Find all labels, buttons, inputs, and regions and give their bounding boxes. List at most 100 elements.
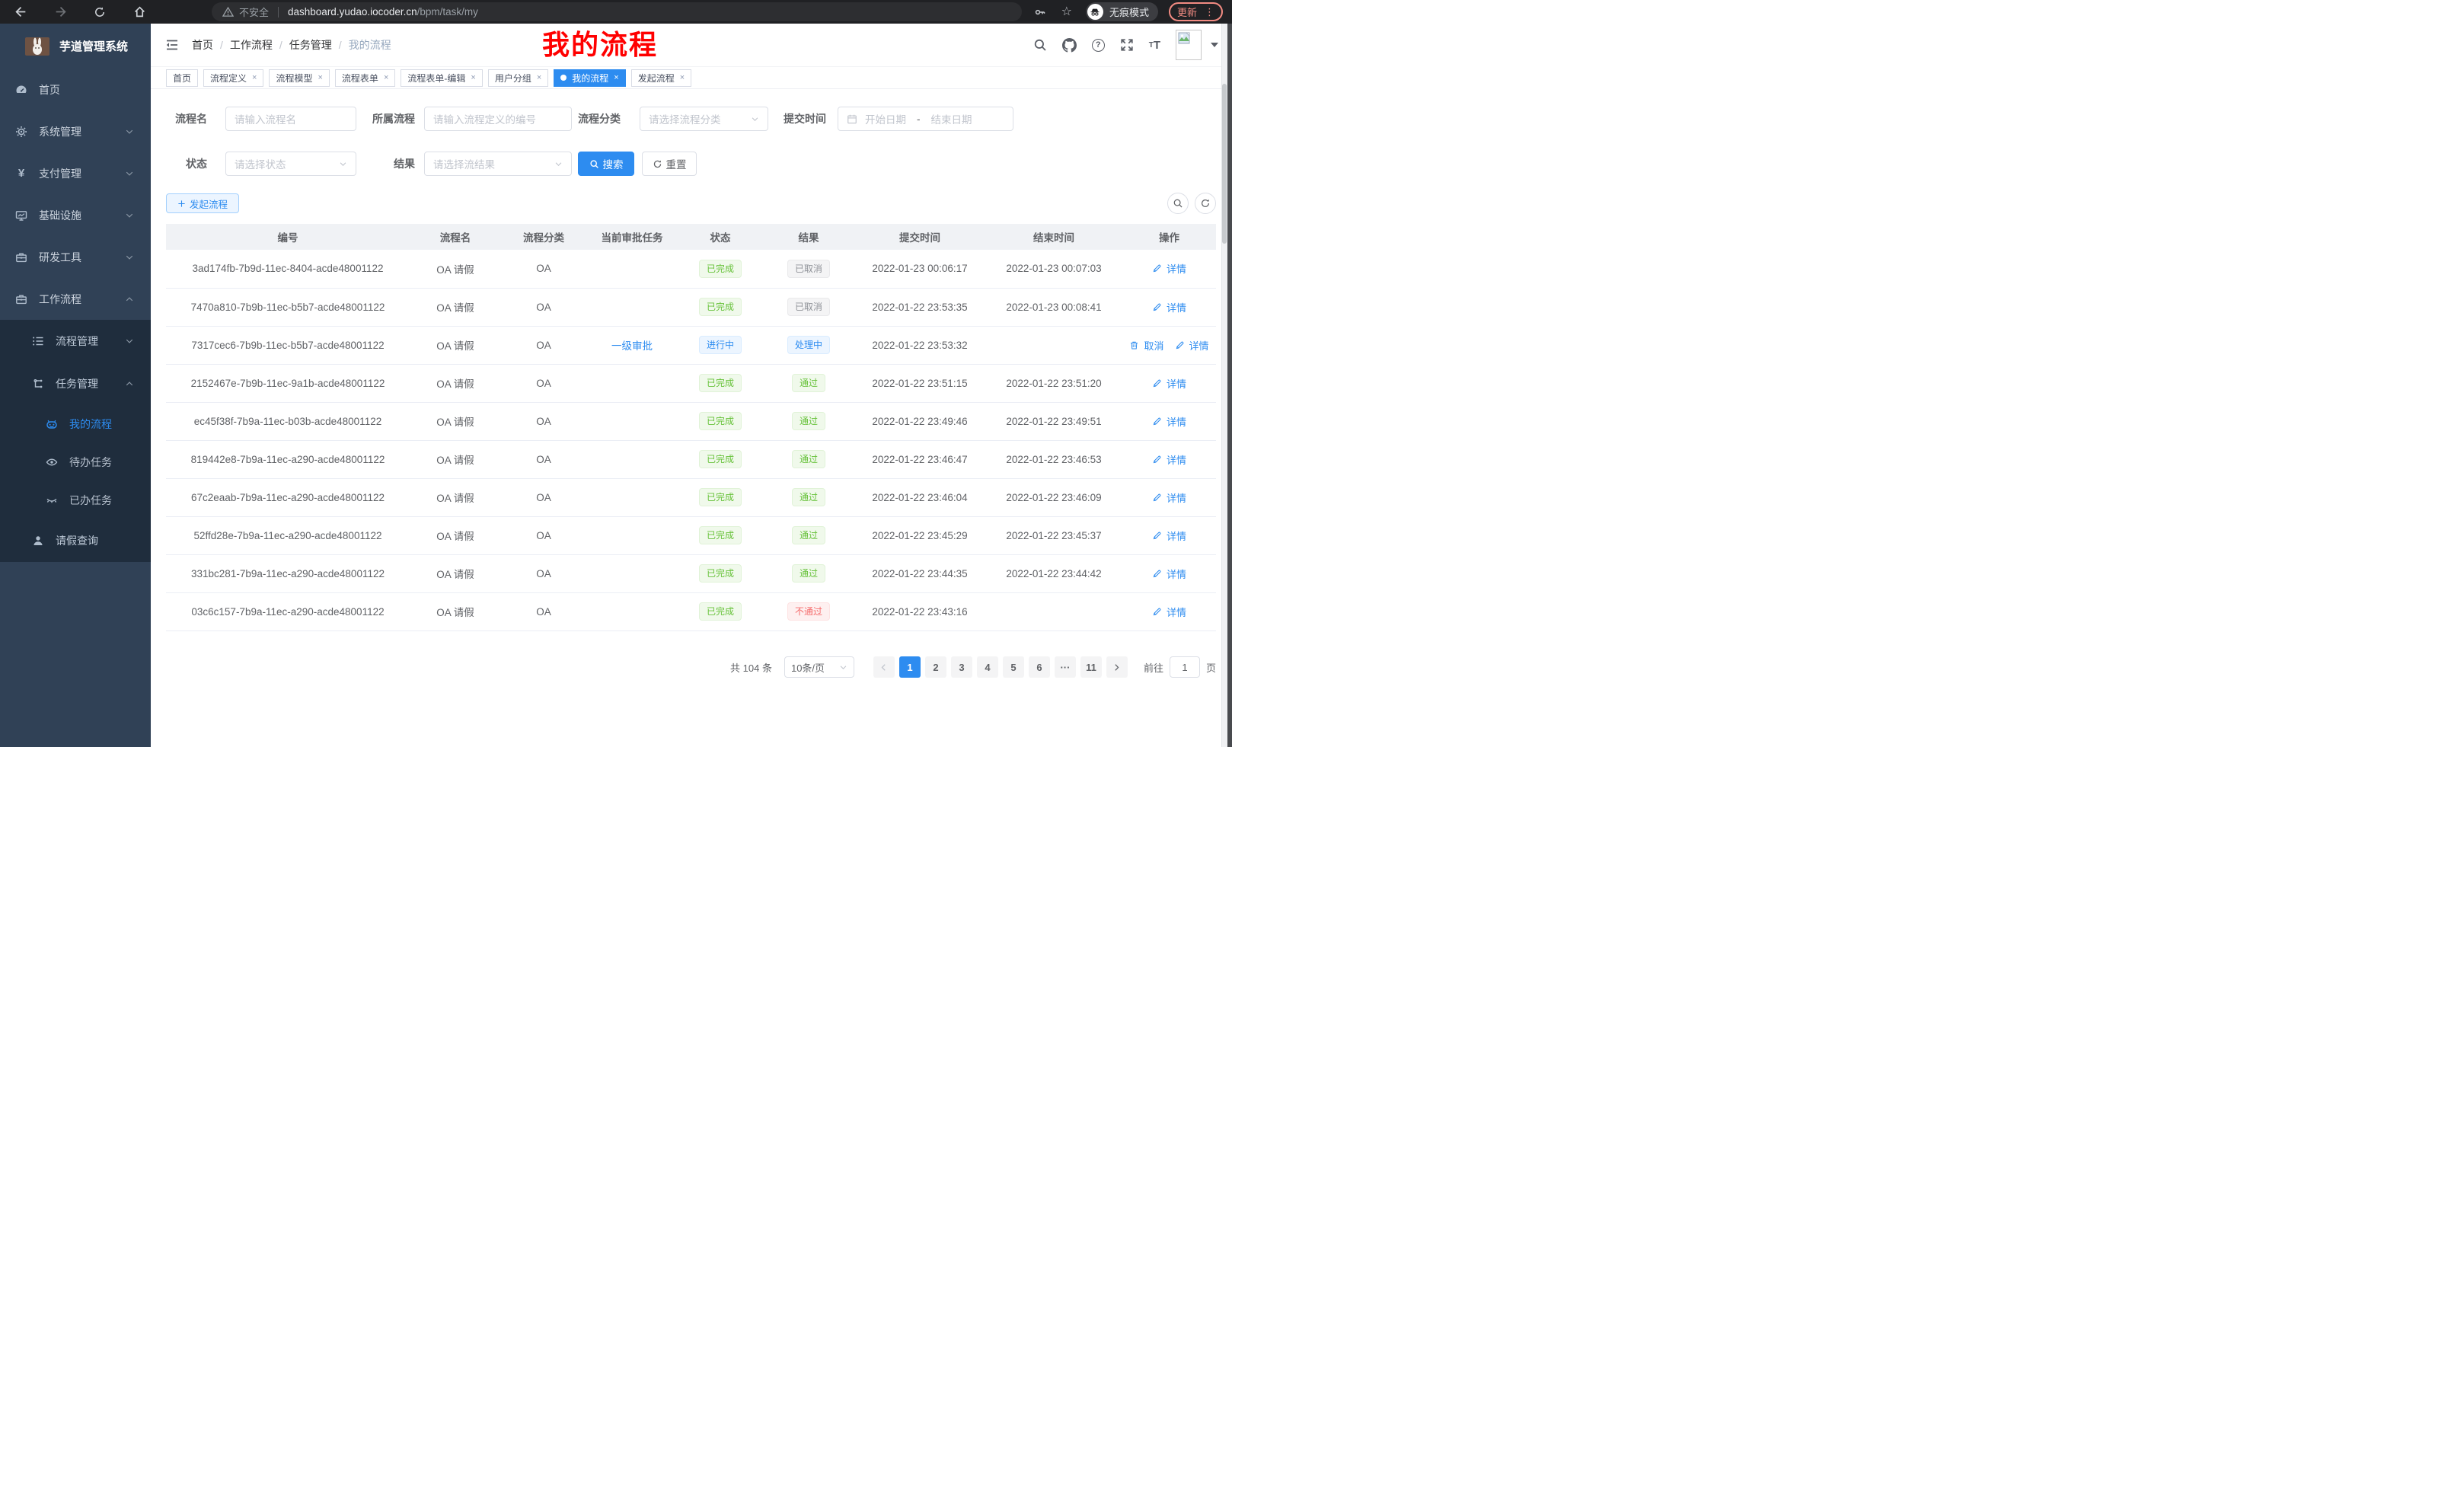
robot-icon [46,418,58,430]
detail-link[interactable]: 详情 [1152,567,1186,581]
sidebar-item-0[interactable]: 首页 [0,69,151,110]
cancel-link[interactable]: 取消 [1129,338,1163,353]
sidebar-item-4[interactable]: 研发工具 [0,236,151,278]
url-host[interactable]: dashboard.yudao.iocoder.cn [288,6,417,18]
breadcrumb-item[interactable]: 首页 [192,37,213,53]
tab-close-icon[interactable]: × [318,74,322,82]
current-task-link[interactable]: 一级审批 [611,340,653,352]
tab-3[interactable]: 流程表单× [335,69,395,87]
tab-close-icon[interactable]: × [680,74,685,82]
avatar[interactable] [1176,30,1202,60]
tab-7[interactable]: 发起流程× [631,69,691,87]
page-button[interactable]: 11 [1080,656,1102,678]
tab-close-icon[interactable]: × [384,74,388,82]
tab-1[interactable]: 流程定义 × [203,69,263,87]
tab-4[interactable]: 流程表单-编辑× [401,69,482,87]
detail-link[interactable]: 详情 [1152,452,1186,467]
goto-page-input[interactable] [1170,656,1200,678]
reset-button[interactable]: 重置 [642,152,697,176]
help-icon[interactable]: ? [1092,39,1105,52]
create-process-button[interactable]: 发起流程 [166,193,239,213]
detail-link[interactable]: 详情 [1152,490,1186,505]
detail-link[interactable]: 详情 [1152,528,1186,543]
tab-close-icon[interactable]: × [537,74,541,82]
scrollbar-thumb[interactable] [1222,84,1227,244]
github-icon[interactable] [1062,38,1077,53]
page-size-select[interactable]: 10条/页 [784,656,854,678]
page-button[interactable]: 2 [925,656,946,678]
tab-label: 流程定义 [210,72,247,85]
submit-time-range[interactable]: 开始日期 - 结束日期 [838,107,1013,131]
toggle-search-button[interactable] [1167,193,1189,214]
tab-close-icon[interactable]: × [252,74,257,82]
tab-6[interactable]: 我的流程× [554,69,625,87]
tab-0[interactable]: 首页 [166,69,198,87]
detail-link[interactable]: 详情 [1152,300,1186,314]
browser-reload-icon[interactable] [88,2,111,22]
app-logo[interactable]: 芋道管理系统 [0,24,151,69]
page-button[interactable]: 5 [1003,656,1024,678]
page-button[interactable]: 4 [977,656,998,678]
browser-forward-icon[interactable] [49,2,72,22]
sidebar-item-2[interactable]: ¥支付管理 [0,152,151,194]
sidebar-item-6[interactable]: 流程管理 [0,320,151,362]
result-select[interactable]: 请选择流结果 [424,152,572,176]
detail-link[interactable]: 详情 [1152,261,1186,276]
detail-link[interactable]: 详情 [1152,414,1186,429]
sidebar-item-7[interactable]: 任务管理 [0,362,151,405]
edit-icon [1152,455,1164,464]
sidebar-item-1[interactable]: 系统管理 [0,110,151,152]
security-label[interactable]: 不安全 [239,5,269,19]
font-size-icon[interactable]: TT [1149,39,1160,52]
sidebar-item-5[interactable]: 工作流程 [0,278,151,320]
sidebar-item-label: 工作流程 [39,292,81,307]
avatar-caret-icon[interactable] [1211,43,1218,47]
sidebar-item-11[interactable]: 请假查询 [0,519,151,562]
browser-back-icon[interactable] [9,2,32,22]
pages-ellipsis-button[interactable]: ··· [1055,656,1076,678]
search-button[interactable]: 搜索 [578,152,634,176]
filter-time-label: 提交时间 [780,107,826,131]
search-icon[interactable] [1033,38,1047,52]
page-button[interactable]: 1 [899,656,921,678]
chevron-down-icon [125,337,134,346]
cell-process-name: OA 请假 [410,402,501,440]
tab-5[interactable]: 用户分组× [488,69,548,87]
tab-close-icon[interactable]: × [471,74,475,82]
page-button[interactable]: 6 [1029,656,1050,678]
prev-page-button[interactable] [873,656,895,678]
address-bar[interactable]: 不安全 dashboard.yudao.iocoder.cn/bpm/task/… [212,2,1022,21]
bookmark-star-icon[interactable]: ☆ [1061,6,1072,18]
breadcrumb-item[interactable]: 工作流程 [230,37,273,53]
cell-actions: 详情 [1122,364,1216,402]
process-input[interactable]: 请输入流程定义的编号 [424,107,572,131]
key-icon[interactable] [1034,6,1046,18]
cell-current-task: 一级审批 [586,326,678,364]
incognito-icon [1087,4,1103,20]
refresh-table-button[interactable] [1195,193,1216,214]
name-input[interactable]: 请输入流程名 [225,107,356,131]
browser-update-button[interactable]: 更新 ⋮ [1169,2,1223,21]
detail-link[interactable]: 详情 [1152,376,1186,391]
detail-link[interactable]: 详情 [1152,605,1186,619]
tab-2[interactable]: 流程模型× [269,69,329,87]
sidebar-item-10[interactable]: 已办任务 [0,481,151,519]
cell-status: 已完成 [678,364,763,402]
page-button[interactable]: 3 [951,656,972,678]
sidebar-item-8[interactable]: 我的流程 [0,405,151,443]
next-page-button[interactable] [1106,656,1128,678]
fullscreen-icon[interactable] [1120,38,1134,52]
sidebar-item-3[interactable]: 基础设施 [0,194,151,236]
cell-actions: 详情 [1122,250,1216,288]
breadcrumb-item[interactable]: 任务管理 [289,37,332,53]
category-select[interactable]: 请选择流程分类 [640,107,768,131]
tab-close-icon[interactable]: × [614,74,618,82]
url-path[interactable]: /bpm/task/my [417,6,478,18]
status-select[interactable]: 请选择状态 [225,152,356,176]
browser-home-icon[interactable] [128,2,151,22]
detail-link[interactable]: 详情 [1175,338,1209,353]
browser-menu-icon[interactable]: ⋮ [1205,7,1214,17]
sidebar-item-9[interactable]: 待办任务 [0,443,151,481]
cell-submit-time: 2022-01-22 23:53:32 [854,326,985,364]
sidebar-toggle-icon[interactable] [164,37,180,53]
